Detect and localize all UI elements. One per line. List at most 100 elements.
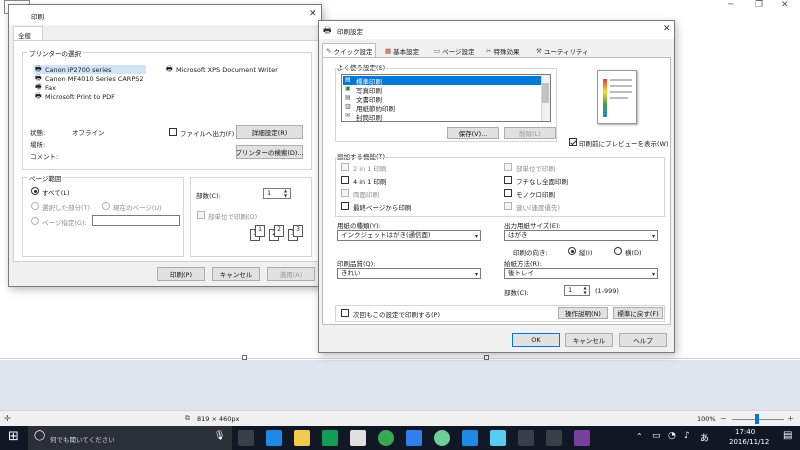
ok-button[interactable]: OK — [512, 333, 560, 347]
preview-before-print-checkbox[interactable] — [569, 138, 577, 146]
start-icon[interactable]: ⊞ — [8, 429, 19, 444]
print-button[interactable]: 印刷(P) — [157, 267, 205, 281]
presets-list[interactable]: ▤ 標準印刷 ▣ 写真印刷 ▤ 文書印刷 ▥ 用紙節約印刷 ✉ 封筒印刷 — [341, 74, 551, 122]
close-icon[interactable]: ✕ — [309, 9, 317, 19]
printer-item[interactable]: Canon MF4010 Series CARPS2 — [45, 75, 144, 83]
app-icon[interactable] — [434, 430, 450, 446]
feature-checkbox[interactable] — [341, 176, 349, 184]
defaults-button[interactable]: 標準に戻す(F) — [613, 307, 663, 319]
ime-indicator[interactable]: あ — [700, 431, 709, 444]
presets-scrollbar-thumb[interactable] — [542, 83, 549, 103]
feature-checkbox[interactable] — [504, 202, 512, 210]
cancel-button[interactable]: キャンセル — [565, 333, 613, 347]
feature-label: 両面印刷 — [353, 191, 379, 199]
orientation-portrait-radio[interactable] — [568, 247, 576, 255]
tab-page-setup[interactable]: ▭ ページ設定 — [431, 44, 478, 58]
feature-label: 最終ページから印刷 — [353, 204, 412, 212]
print-quality-label: 印刷品質(Q): — [337, 260, 376, 268]
printer-item[interactable]: Microsoft Print to PDF — [45, 93, 115, 101]
tab-main[interactable]: ▦ 基本設定 — [382, 44, 422, 58]
internet-explorer-icon[interactable] — [462, 430, 478, 446]
delete-button[interactable]: 削除(L) — [504, 127, 556, 139]
canvas-resize-handle[interactable] — [242, 355, 247, 360]
range-all-radio[interactable] — [31, 187, 39, 195]
printer-item[interactable]: Microsoft XPS Document Writer — [176, 66, 278, 74]
app-icon[interactable] — [350, 430, 366, 446]
always-print-checkbox[interactable] — [341, 309, 349, 317]
restore-icon[interactable]: ❐ — [755, 0, 763, 10]
preset-item[interactable]: 封筒印刷 — [356, 112, 382, 121]
feature-label: モノクロ印刷 — [516, 191, 555, 199]
onenote-icon[interactable] — [574, 430, 590, 446]
clock-time[interactable]: 17:40 — [735, 428, 755, 436]
media-type-select[interactable]: インクジェットはがき(通信面) ▾ — [337, 230, 481, 241]
feature-checkbox[interactable] — [504, 189, 512, 197]
printer-icon[interactable] — [546, 430, 562, 446]
preferences-button[interactable]: 詳細設定(R) — [236, 125, 303, 139]
chevron-down-icon: ▾ — [474, 233, 478, 240]
feature-checkbox[interactable] — [504, 163, 512, 171]
file-explorer-icon[interactable] — [294, 430, 310, 446]
tab-maintenance[interactable]: ⚒ ユーティリティ — [533, 44, 592, 58]
zoom-in-icon[interactable]: + — [787, 414, 794, 423]
print-dialog-titlebar[interactable]: 印刷 ✕ — [9, 5, 321, 25]
apply-button[interactable]: 適用(A) — [267, 267, 315, 281]
find-printer-button[interactable]: プリンターの検索(D)... — [235, 145, 304, 159]
task-view-icon[interactable] — [238, 430, 254, 446]
app-icon[interactable] — [406, 430, 422, 446]
tab-effects[interactable]: ✂ 特殊効果 — [483, 44, 522, 58]
print-quality-select[interactable]: きれい ▾ — [337, 268, 481, 279]
feature-checkbox[interactable] — [341, 163, 349, 171]
app-icon[interactable] — [490, 430, 506, 446]
close-icon[interactable]: ✕ — [663, 24, 671, 34]
battery-icon[interactable]: ▭ — [652, 431, 661, 441]
feature-checkbox[interactable] — [504, 176, 512, 184]
page-range-input[interactable] — [92, 215, 180, 226]
save-button[interactable]: 保存(V)... — [447, 127, 499, 139]
cursor-icon: ✛ — [4, 414, 11, 423]
range-selection-radio[interactable] — [31, 202, 39, 210]
paper-size-select[interactable]: はがき ▾ — [504, 230, 658, 241]
canvas-resize-handle[interactable] — [484, 355, 489, 360]
print-to-file-checkbox[interactable] — [169, 128, 177, 136]
settings-titlebar[interactable]: 🖶 印刷設定 ✕ — [319, 21, 674, 39]
tab-quick-setup[interactable]: ✎ クイック設定 — [322, 43, 377, 58]
tab-general[interactable]: 全般 — [13, 26, 43, 41]
feature-checkbox[interactable] — [341, 202, 349, 210]
help-button[interactable]: ヘルプ — [619, 333, 667, 347]
cancel-button[interactable]: キャンセル — [212, 267, 260, 281]
volume-icon[interactable]: ♪ — [684, 431, 690, 441]
quick-setup-icon: ✎ — [326, 47, 332, 55]
edge-icon[interactable] — [266, 430, 282, 446]
chrome-icon[interactable] — [378, 430, 394, 446]
printer-item[interactable]: Canon iP2700 series — [45, 66, 111, 74]
range-current-radio[interactable] — [102, 202, 110, 210]
instructions-button[interactable]: 操作説明(N) — [558, 307, 608, 319]
search-box[interactable]: ◯ 何でも聞いてください 🎙 — [28, 426, 232, 450]
copies-spinner-icon[interactable]: ▲ ▼ — [281, 188, 290, 198]
zoom-out-icon[interactable]: − — [720, 414, 727, 423]
copies-spinner-icon[interactable]: ▲ ▼ — [581, 285, 589, 295]
paint-icon[interactable] — [518, 430, 534, 446]
microphone-icon[interactable]: 🎙 — [214, 431, 225, 441]
store-icon[interactable] — [322, 430, 338, 446]
main-icon: ▦ — [385, 47, 392, 55]
orientation-landscape-radio[interactable] — [614, 247, 622, 255]
feature-checkbox[interactable] — [341, 189, 349, 197]
minimize-icon[interactable]: ─ — [728, 0, 733, 10]
printer-icon: 🖶 — [35, 92, 42, 100]
collate-label: 部単位で印刷(O) — [208, 213, 258, 221]
chevron-up-icon[interactable]: ⌃ — [636, 432, 643, 441]
orientation-portrait-label: 縦(I) — [579, 249, 593, 257]
printer-item[interactable]: Fax — [45, 84, 56, 92]
range-pages-radio[interactable] — [31, 217, 39, 225]
clock-date[interactable]: 2016/11/12 — [729, 438, 769, 446]
collate-checkbox[interactable] — [197, 211, 205, 219]
paper-source-select[interactable]: 後トレイ ▾ — [504, 268, 658, 279]
notifications-icon[interactable]: ▤ — [783, 430, 792, 441]
orientation-landscape-label: 横(D) — [625, 249, 642, 257]
zoom-slider-thumb[interactable] — [755, 414, 759, 424]
network-icon[interactable]: ◔ — [668, 431, 676, 441]
printer-list[interactable]: 🖶 Canon iP2700 series 🖶 Canon MF4010 Ser… — [30, 63, 304, 109]
close-icon[interactable]: ✕ — [781, 0, 789, 10]
